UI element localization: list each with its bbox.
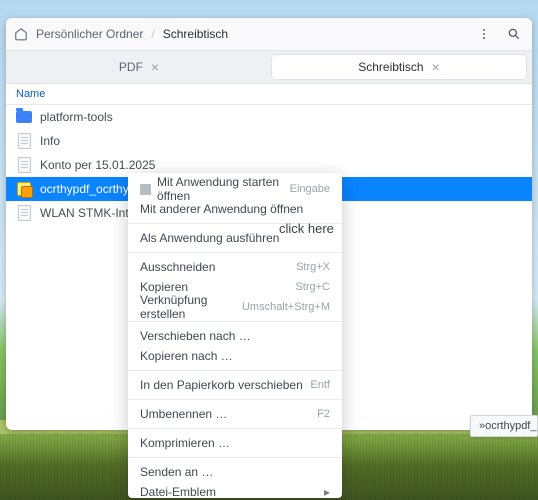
file-name: platform-tools — [40, 110, 113, 124]
status-tooltip: »ocrthypdf_o — [470, 415, 538, 437]
breadcrumb-home[interactable]: Persönlicher Ordner — [36, 27, 143, 41]
menu-item[interactable]: Komprimieren … — [128, 433, 342, 453]
folder-icon — [16, 109, 32, 125]
document-icon — [16, 133, 32, 149]
tab-close-icon[interactable]: × — [432, 59, 440, 75]
menu-shortcut: F2 — [317, 408, 330, 420]
list-item[interactable]: Info — [6, 129, 532, 153]
menu-separator — [128, 457, 342, 458]
menu-shortcut: Entf — [310, 379, 330, 391]
menu-item-label: Kopieren — [140, 280, 295, 294]
column-header-name[interactable]: Name — [6, 84, 532, 105]
menu-item[interactable]: Verknüpfung erstellenUmschalt+Strg+M — [128, 297, 342, 317]
breadcrumb[interactable]: Persönlicher Ordner / Schreibtisch — [14, 27, 228, 41]
menu-item[interactable]: Mit Anwendung starten öffnenEingabe — [128, 179, 342, 199]
menu-item-label: Mit Anwendung starten öffnen — [157, 175, 290, 203]
menu-item[interactable]: In den Papierkorb verschiebenEntf — [128, 375, 342, 395]
file-name: Konto per 15.01.2025 — [40, 158, 155, 172]
menu-item[interactable]: Verschieben nach … — [128, 326, 342, 346]
menu-shortcut: Strg+X — [296, 261, 330, 273]
tab-close-icon[interactable]: × — [151, 59, 159, 75]
menu-separator — [128, 223, 342, 224]
menu-item[interactable]: Kopieren nach … — [128, 346, 342, 366]
menu-separator — [128, 321, 342, 322]
menu-item-label: Komprimieren … — [140, 436, 330, 450]
menu-item[interactable]: Mit anderer Anwendung öffnen — [128, 199, 342, 219]
menu-separator — [128, 370, 342, 371]
menu-separator — [128, 252, 342, 253]
more-options-button[interactable] — [474, 24, 494, 44]
file-name: Info — [40, 134, 60, 148]
tab-bar: PDF × Schreibtisch × — [6, 51, 532, 84]
menu-item[interactable]: Als Anwendung ausführen — [128, 228, 342, 248]
context-menu: Mit Anwendung starten öffnenEingabe Mit a… — [128, 173, 342, 498]
home-icon — [14, 27, 28, 41]
menu-shortcut: Eingabe — [290, 183, 330, 195]
list-item[interactable]: platform-tools — [6, 105, 532, 129]
menu-item-label: Senden an … — [140, 465, 330, 479]
menu-item-label: Datei-Emblem — [140, 485, 324, 498]
tab-schreibtisch[interactable]: Schreibtisch × — [272, 55, 526, 79]
menu-item[interactable]: Umbenennen …F2 — [128, 404, 342, 424]
toolbar: Persönlicher Ordner / Schreibtisch — [6, 18, 532, 51]
menu-separator — [128, 428, 342, 429]
search-button[interactable] — [504, 24, 524, 44]
menu-item-label: Verschieben nach … — [140, 329, 330, 343]
menu-shortcut: Strg+C — [295, 281, 330, 293]
menu-item[interactable]: Senden an … — [128, 462, 342, 482]
menu-shortcut: Umschalt+Strg+M — [242, 301, 330, 313]
menu-item-label: Mit anderer Anwendung öffnen — [140, 202, 330, 216]
tab-label: Schreibtisch — [358, 60, 423, 74]
menu-item[interactable]: Datei-Emblem▸ — [128, 482, 342, 498]
desktop-file-icon — [16, 181, 32, 197]
menu-item[interactable]: AusschneidenStrg+X — [128, 257, 342, 277]
menu-separator — [128, 399, 342, 400]
menu-item-label: Ausschneiden — [140, 260, 296, 274]
menu-item-label: Verknüpfung erstellen — [140, 293, 242, 321]
breadcrumb-current[interactable]: Schreibtisch — [163, 27, 228, 41]
chevron-right-icon: ▸ — [324, 485, 330, 498]
tab-pdf[interactable]: PDF × — [12, 55, 266, 79]
document-icon — [16, 205, 32, 221]
menu-item-label: In den Papierkorb verschieben — [140, 378, 310, 392]
document-icon — [16, 157, 32, 173]
menu-item-label: Als Anwendung ausführen — [140, 231, 330, 245]
tab-label: PDF — [119, 60, 143, 74]
menu-item-label: Umbenennen … — [140, 407, 317, 421]
breadcrumb-separator: / — [151, 27, 154, 41]
menu-item-label: Kopieren nach … — [140, 349, 330, 363]
